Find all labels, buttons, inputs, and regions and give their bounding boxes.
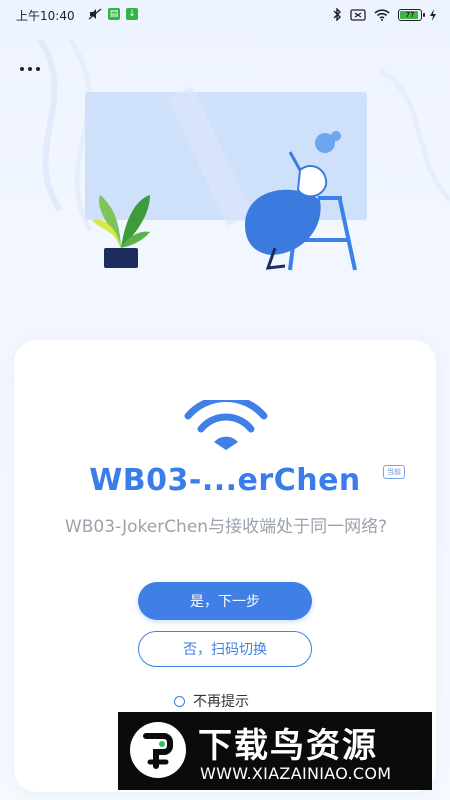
charging-icon bbox=[430, 8, 436, 21]
device-name: WB03-...erChen bbox=[89, 463, 361, 498]
status-icons-left: ▤ ↓ bbox=[88, 8, 138, 20]
mute-icon bbox=[88, 8, 102, 20]
no-remind-label: 不再提示 bbox=[193, 694, 249, 710]
confirm-next-button[interactable]: 是，下一步 bbox=[138, 582, 312, 620]
no-sim-icon bbox=[350, 8, 366, 21]
network-question: WB03-JokerChen与接收端处于同一网络? bbox=[64, 517, 388, 537]
bird-logo-icon bbox=[130, 722, 186, 778]
status-icons-right: 77 bbox=[332, 8, 436, 21]
bluetooth-icon bbox=[333, 8, 341, 21]
download-notification-icon: ↓ bbox=[126, 8, 138, 20]
current-device-badge: 当前 bbox=[383, 465, 405, 479]
watermark-brand: 下载鸟资源 bbox=[198, 726, 378, 766]
radio-icon[interactable] bbox=[174, 695, 185, 707]
status-bar: 上午10:40 ▤ ↓ 77 bbox=[0, 0, 450, 32]
battery-icon: 77 bbox=[398, 8, 425, 21]
watermark-url: WWW.XIAZAINIAO.COM bbox=[200, 764, 392, 783]
status-time: 上午10:40 bbox=[16, 9, 75, 23]
no-remind-option[interactable]: 不再提示 bbox=[174, 691, 249, 711]
wifi-status-icon bbox=[374, 8, 390, 21]
watermark-banner: 下载鸟资源 WWW.XIAZAINIAO.COM bbox=[118, 712, 432, 790]
wifi-icon bbox=[184, 400, 268, 450]
scan-switch-button[interactable]: 否，扫码切换 bbox=[138, 631, 312, 667]
screen-share-illustration bbox=[37, 40, 450, 271]
app-notification-icon: ▤ bbox=[108, 8, 120, 20]
battery-level: 77 bbox=[405, 10, 415, 19]
